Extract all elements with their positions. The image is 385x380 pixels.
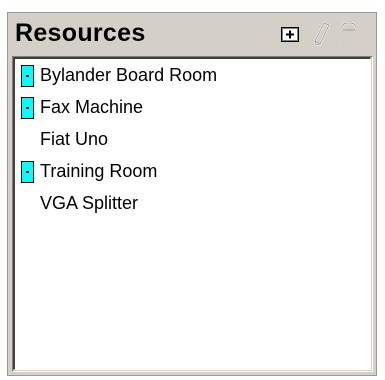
list-item[interactable]: Training Room — [15, 155, 370, 187]
plus-box-icon — [281, 27, 299, 42]
pencil-icon — [313, 21, 331, 47]
list-item[interactable]: Fiat Uno — [15, 123, 370, 155]
resource-icon — [21, 161, 34, 183]
resource-label: Fax Machine — [40, 97, 144, 117]
delete-resource-button[interactable] — [338, 21, 360, 47]
panel-header: Resources — [8, 13, 376, 55]
edit-resource-button[interactable] — [310, 21, 332, 47]
resource-list[interactable]: Bylander Board Room Fax Machine Fiat Uno… — [13, 57, 371, 370]
resource-icon — [21, 97, 34, 119]
list-item[interactable]: Bylander Board Room — [15, 59, 370, 91]
resource-icon — [21, 65, 34, 87]
list-item[interactable]: VGA Splitter — [15, 187, 370, 219]
resource-label: Fiat Uno — [40, 129, 109, 149]
trash-icon — [341, 21, 357, 46]
list-item[interactable]: Fax Machine — [15, 91, 370, 123]
resource-label: Bylander Board Room — [40, 65, 218, 85]
panel-title: Resources — [15, 19, 146, 47]
add-resource-button[interactable] — [279, 21, 301, 47]
resource-label: VGA Splitter — [40, 193, 139, 213]
resources-panel: Resources Bylander Board Room Fax Machin… — [7, 12, 377, 376]
resource-label: Training Room — [40, 161, 158, 181]
